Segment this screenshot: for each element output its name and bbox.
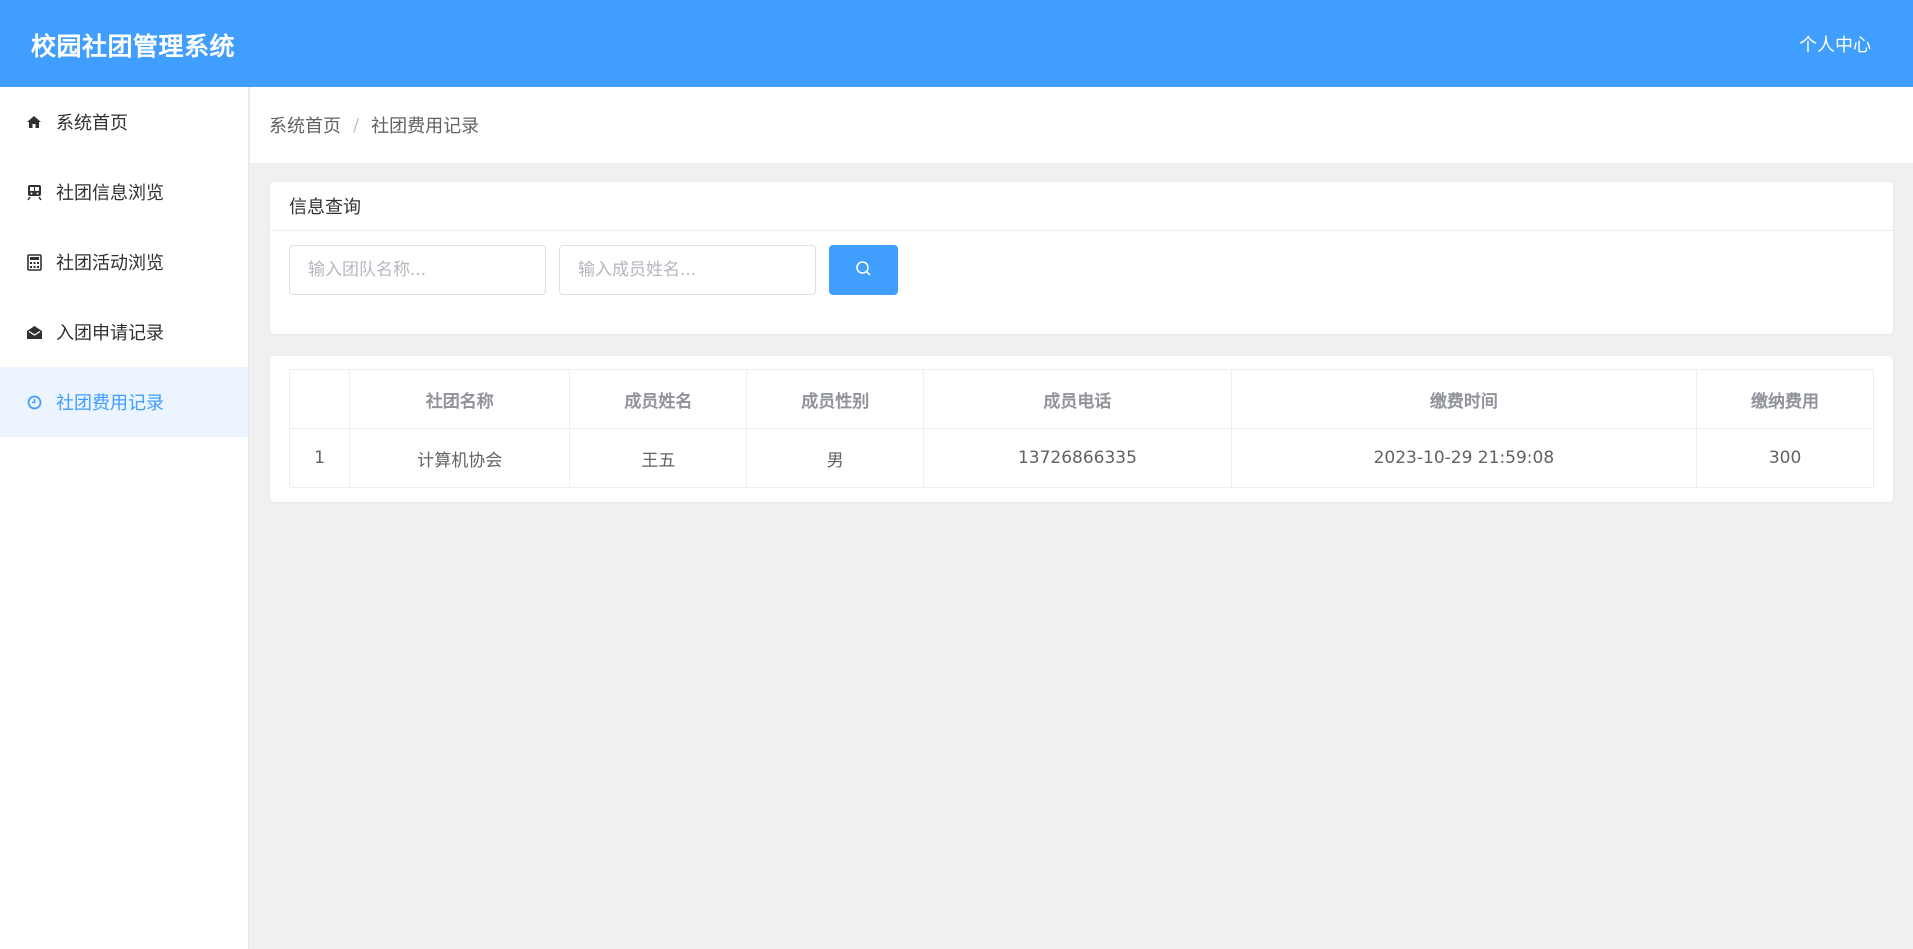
sidebar-item-club-activities[interactable]: 社团活动浏览 xyxy=(0,227,248,297)
table-cell-index: 1 xyxy=(289,428,350,488)
table-cell-member-name: 王五 xyxy=(569,428,748,488)
team-name-input[interactable] xyxy=(289,245,546,295)
sidebar-item-club-info[interactable]: 社团信息浏览 xyxy=(0,157,248,227)
table-cell-club-name: 计算机协会 xyxy=(348,428,571,488)
user-center-link[interactable]: 个人中心 xyxy=(1799,31,1871,57)
member-name-input[interactable] xyxy=(559,245,816,295)
table-header-member-gender: 成员性别 xyxy=(746,369,925,429)
top-header: 校园社团管理系统 个人中心 xyxy=(0,0,1913,87)
search-row xyxy=(289,245,898,295)
sidebar: 系统首页 社团信息浏览 社团活动浏览 入团申请记录 社团费用记录 xyxy=(0,87,249,949)
envelope-open-icon xyxy=(24,322,44,342)
table-row: 1 计算机协会 王五 男 13726866335 2023-10-29 21:5… xyxy=(289,428,1874,488)
search-card-title: 信息查询 xyxy=(270,182,1893,231)
sidebar-item-fee-records[interactable]: 社团费用记录 xyxy=(0,367,248,437)
table-header-member-phone: 成员电话 xyxy=(923,369,1232,429)
table-header-index xyxy=(289,369,350,429)
sidebar-item-label: 社团活动浏览 xyxy=(56,253,164,274)
sidebar-item-home[interactable]: 系统首页 xyxy=(0,87,248,157)
app-title: 校园社团管理系统 xyxy=(31,32,236,61)
sidebar-item-join-applications[interactable]: 入团申请记录 xyxy=(0,297,248,367)
sidebar-item-label: 入团申请记录 xyxy=(56,323,164,344)
home-icon xyxy=(24,112,44,132)
table-cell-payment-amount: 300 xyxy=(1696,428,1874,488)
clock-icon xyxy=(24,392,44,412)
table-cell-payment-time: 2023-10-29 21:59:08 xyxy=(1230,428,1698,488)
table-header-payment-amount: 缴纳费用 xyxy=(1696,369,1874,429)
breadcrumb: 系统首页 / 社团费用记录 xyxy=(250,87,1913,163)
sidebar-item-label: 系统首页 xyxy=(56,113,128,134)
table-header-member-name: 成员姓名 xyxy=(569,369,748,429)
calculator-icon xyxy=(24,252,44,272)
table-cell-member-gender: 男 xyxy=(746,428,925,488)
table-header-club-name: 社团名称 xyxy=(348,369,571,429)
table-header-row: 社团名称 成员姓名 成员性别 成员电话 缴费时间 缴纳费用 xyxy=(289,369,1874,429)
sidebar-item-label: 社团费用记录 xyxy=(56,393,164,414)
search-button[interactable] xyxy=(829,245,898,295)
train-icon xyxy=(24,182,44,202)
table-cell-member-phone: 13726866335 xyxy=(923,428,1232,488)
search-icon xyxy=(855,260,872,280)
breadcrumb-separator: / xyxy=(353,114,360,136)
breadcrumb-home[interactable]: 系统首页 xyxy=(269,112,341,138)
table-card: 社团名称 成员姓名 成员性别 成员电话 缴费时间 缴纳费用 1 计算机协会 王五… xyxy=(270,356,1893,502)
breadcrumb-current: 社团费用记录 xyxy=(371,116,480,137)
table-header-payment-time: 缴费时间 xyxy=(1230,369,1698,429)
search-card: 信息查询 xyxy=(270,182,1893,334)
sidebar-item-label: 社团信息浏览 xyxy=(56,183,164,204)
fee-records-table: 社团名称 成员姓名 成员性别 成员电话 缴费时间 缴纳费用 1 计算机协会 王五… xyxy=(289,369,1874,488)
